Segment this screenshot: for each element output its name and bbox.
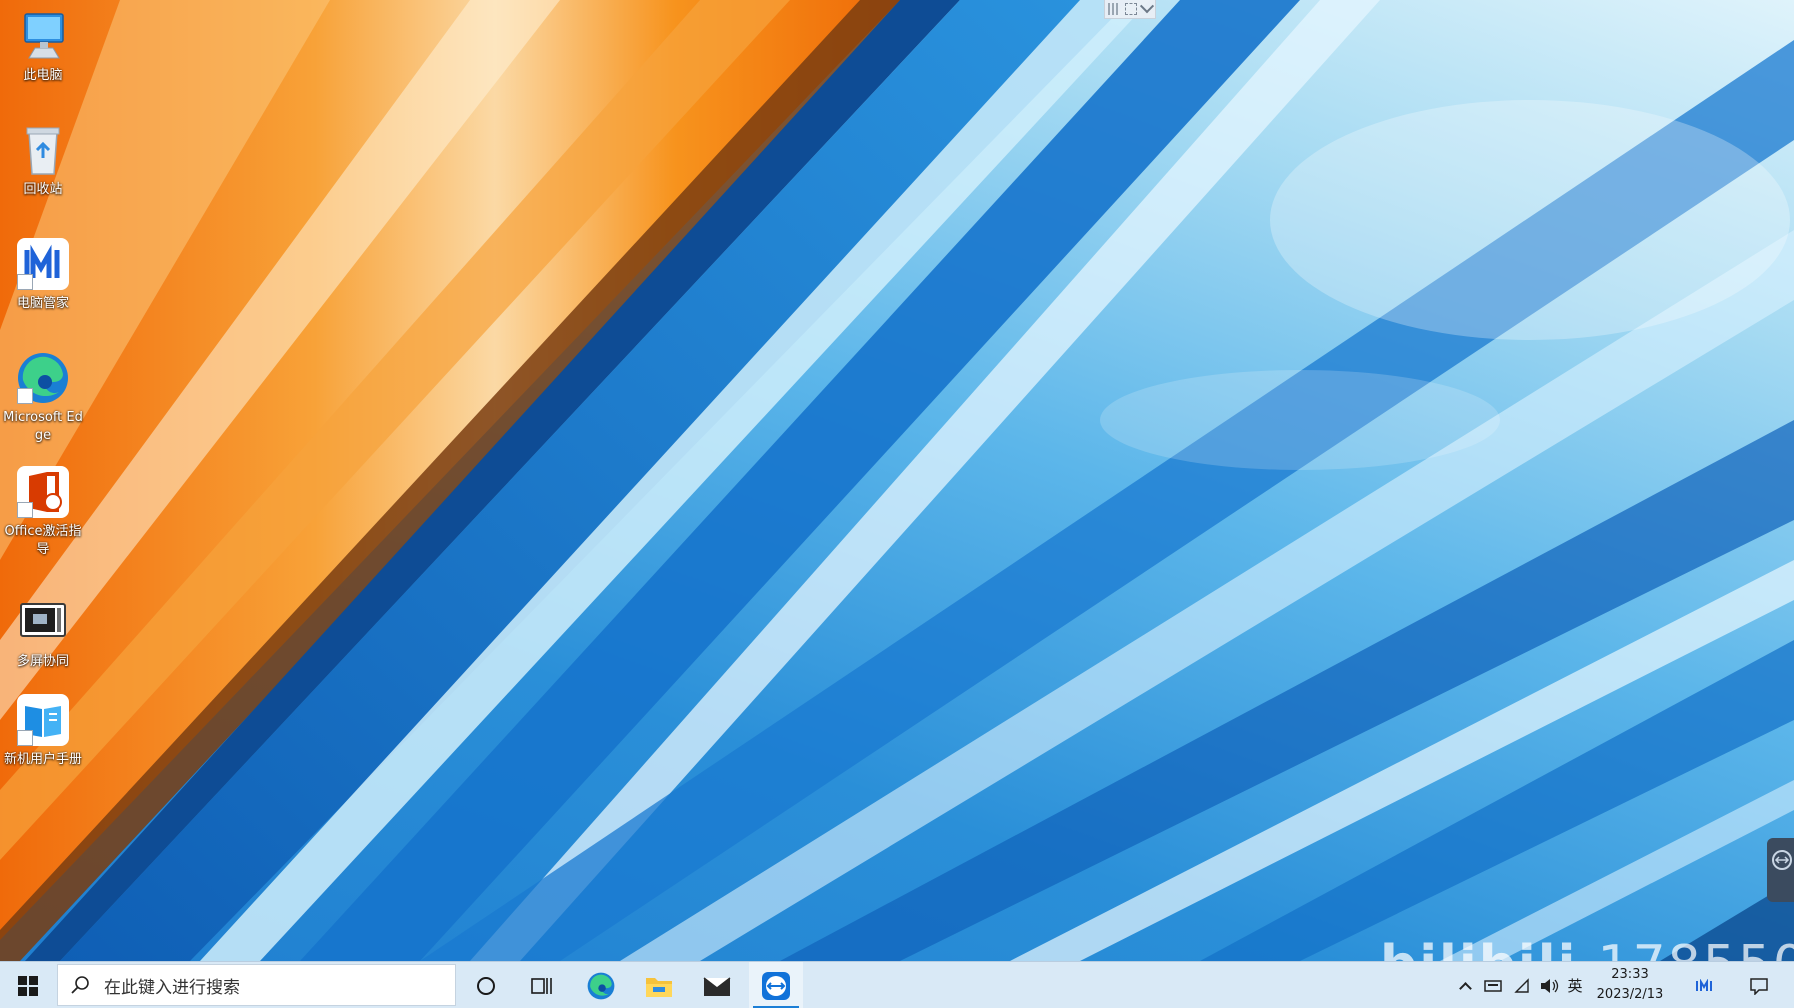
desktop-icon-label: Office激活指导 [4, 524, 82, 557]
taskbar: 在此键入进行搜索 英 23:33 2023/2/13 [0, 961, 1794, 1008]
taskbar-edge-button[interactable] [574, 962, 628, 1008]
network-icon[interactable] [1510, 962, 1534, 1008]
grid-icon[interactable] [1107, 3, 1120, 15]
this-pc-icon [15, 8, 71, 64]
desktop-icon-label: 此电脑 [23, 68, 63, 83]
search-icon [71, 976, 89, 994]
mail-icon [703, 976, 731, 996]
desktop-icon-label: 回收站 [23, 182, 63, 197]
desktop-icon-pc-manager[interactable]: 电脑管家 [0, 236, 86, 313]
desktop-icon-recycle-bin[interactable]: 回收站 [0, 122, 86, 199]
desktop-icon-user-manual[interactable]: 新机用户手册 [0, 692, 86, 769]
search-placeholder: 在此键入进行搜索 [104, 977, 240, 998]
clock-date: 2023/2/13 [1596, 987, 1664, 1002]
fullscreen-icon[interactable] [1124, 3, 1137, 15]
wallpaper [0, 0, 1794, 961]
taskbar-file-explorer-button[interactable] [632, 962, 686, 1008]
shortcut-arrow-icon [17, 502, 33, 518]
tray-device-icon[interactable] [1480, 962, 1506, 1008]
input-method-indicator[interactable]: 英 [1564, 962, 1586, 1008]
cortana-button[interactable] [459, 962, 513, 1008]
desktop-icon-edge[interactable]: Microsoft Edge [0, 350, 86, 445]
pc-manager-icon [15, 236, 71, 292]
desktop-icon-multiscreen[interactable]: 多屏协同 [0, 594, 86, 671]
recycle-bin-icon [15, 122, 71, 178]
taskbar-teamviewer-button[interactable] [749, 962, 803, 1008]
cortana-circle-icon [477, 976, 495, 995]
shortcut-arrow-icon [17, 730, 33, 746]
desktop-icon-this-pc[interactable]: 此电脑 [0, 8, 86, 85]
folder-icon [646, 977, 672, 997]
desktop-icon-label: 电脑管家 [16, 296, 69, 311]
desktop-icon-label: 新机用户手册 [3, 752, 82, 767]
taskbar-search-box[interactable]: 在此键入进行搜索 [57, 964, 456, 1006]
taskbar-mail-button[interactable] [690, 962, 744, 1008]
desktop-icon-label: 多屏协同 [16, 654, 69, 669]
start-button[interactable] [0, 962, 56, 1008]
tray-pc-manager-icon[interactable] [1690, 962, 1720, 1008]
user-manual-icon [15, 692, 71, 748]
volume-icon[interactable] [1536, 962, 1562, 1008]
edge-icon [587, 972, 615, 999]
shortcut-arrow-icon [17, 388, 33, 404]
task-view-icon [531, 977, 552, 994]
teamviewer-icon [762, 971, 790, 1000]
action-center-icon[interactable] [1744, 962, 1774, 1008]
edge-icon [15, 350, 71, 406]
desktop-icon-office-activation[interactable]: Office激活指导 [0, 464, 86, 559]
windows-logo-icon [18, 975, 38, 996]
office-activation-icon [15, 464, 71, 520]
chevron-down-icon[interactable] [1140, 0, 1155, 14]
remote-session-toolbar[interactable] [1104, 0, 1156, 19]
show-hidden-icons-chevron-icon[interactable] [1455, 962, 1475, 1008]
task-view-button[interactable] [515, 962, 569, 1008]
multiscreen-icon [15, 594, 71, 650]
desktop-screen: 此电脑 回收站 电脑管家 Microsoft Edge Office激活指导 多… [0, 0, 1794, 1008]
desktop-icon-label: Microsoft Edge [3, 410, 83, 443]
taskbar-clock[interactable]: 23:33 2023/2/13 [1585, 965, 1675, 1005]
clock-time: 23:33 [1611, 967, 1649, 982]
shortcut-arrow-icon [17, 274, 33, 290]
teamviewer-side-handle[interactable] [1767, 838, 1794, 902]
